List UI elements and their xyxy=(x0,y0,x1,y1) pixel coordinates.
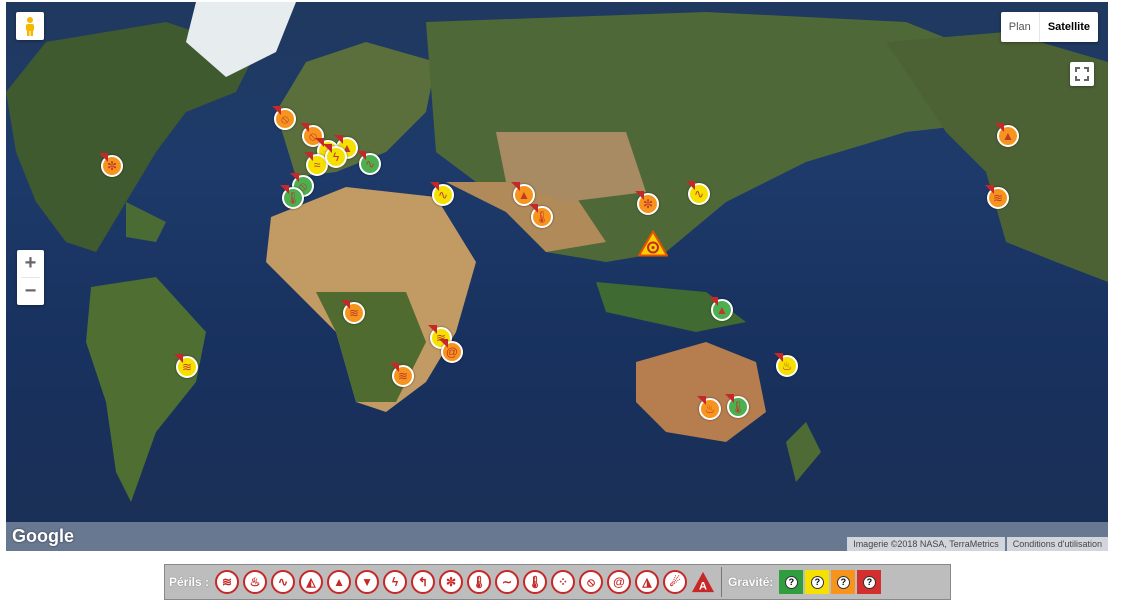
map-type-control: Plan Satellite xyxy=(1000,12,1098,42)
lightning-icon[interactable]: ϟ xyxy=(383,570,408,594)
zoom-in-button[interactable]: + xyxy=(17,250,44,277)
volcano-icon[interactable]: ▲ xyxy=(327,570,352,594)
flood-icon: ≋ xyxy=(181,360,193,374)
world-map[interactable]: Plan Satellite + − ✼⦸⦸▲⚡≈ϟ∿⦸🌡∿▲🌡✼∿≋≋@≋≋▲… xyxy=(6,2,1108,551)
marker-madagascar-1[interactable]: @ xyxy=(441,341,463,363)
severity-orange[interactable]: ? xyxy=(831,570,856,594)
perils-list: ≋ ♨ ∿ ◭ ▲ ▼ ϟ ↰ ✼ 🌡 ∼ 🌡 ⁘ ⦸ @ ◮ ☄ xyxy=(213,570,689,594)
legend-divider xyxy=(721,567,723,597)
earthquake-icon: ∿ xyxy=(364,157,376,171)
map-attribution: Imagerie ©2018 NASA, TerraMetrics Condit… xyxy=(847,537,1108,551)
heat-icon: 🌡 xyxy=(534,210,550,224)
severity-green[interactable]: ? xyxy=(779,570,804,594)
heat-icon[interactable]: 🌡 xyxy=(467,570,492,594)
mountain-icon[interactable]: ◮ xyxy=(635,570,660,594)
marker-uk[interactable]: ⦸ xyxy=(274,108,296,130)
cyclone-icon: @ xyxy=(445,345,459,359)
volcano-icon: ▲ xyxy=(716,303,728,317)
google-logo: Google xyxy=(12,526,74,546)
landslide-icon: ▲ xyxy=(1002,129,1014,143)
legend-bar: Périls : ≋ ♨ ∿ ◭ ▲ ▼ ϟ ↰ ✼ 🌡 ∼ 🌡 ⁘ ⦸ @ ◮ ☄ A Gravité: ??… xyxy=(164,564,951,600)
flood-icon: ≋ xyxy=(992,191,1004,205)
map-type-satellite[interactable]: Satellite xyxy=(1038,12,1098,42)
marker-australia-1[interactable]: ♨ xyxy=(699,398,721,420)
heat-icon: 🌡 xyxy=(730,400,746,414)
severity-question-icon: ? xyxy=(836,575,850,589)
fire-icon: ♨ xyxy=(781,359,793,373)
marker-east-china[interactable]: ✼ xyxy=(637,193,659,215)
wind-icon[interactable]: ↰ xyxy=(411,570,436,594)
severity-question-icon: ? xyxy=(810,575,824,589)
fullscreen-icon xyxy=(1075,67,1089,81)
marker-iberia-2[interactable]: 🌡 xyxy=(282,187,304,209)
marker-himalaya[interactable]: 🌡 xyxy=(531,206,553,228)
marker-us-west[interactable]: ≋ xyxy=(987,187,1009,209)
earthquake-icon[interactable]: ∿ xyxy=(271,570,296,594)
flood-icon[interactable]: ≋ xyxy=(215,570,240,594)
marker-brazil[interactable]: ≋ xyxy=(176,356,198,378)
marker-australia-2[interactable]: 🌡 xyxy=(727,396,749,418)
rain-icon: ⦸ xyxy=(281,112,289,126)
earthquake-icon: ∿ xyxy=(437,188,449,202)
snowflake-icon: ✼ xyxy=(106,159,118,173)
marker-mozambique[interactable]: ≋ xyxy=(392,365,414,387)
hail-icon[interactable]: ⁘ xyxy=(551,570,576,594)
marker-north-america-east[interactable]: ✼ xyxy=(101,155,123,177)
snowflake-icon[interactable]: ✼ xyxy=(439,570,464,594)
marker-west-africa[interactable]: ≋ xyxy=(343,302,365,324)
street-view-pegman[interactable] xyxy=(16,12,44,40)
flood-icon: ≋ xyxy=(348,306,360,320)
marker-vanuatu[interactable]: ♨ xyxy=(776,355,798,377)
terms-link[interactable]: Conditions d'utilisation xyxy=(1006,537,1108,551)
tornado-icon[interactable]: ▼ xyxy=(355,570,380,594)
marker-japan[interactable]: ∿ xyxy=(688,183,710,205)
wind-icon: ≈ xyxy=(313,158,321,172)
earthquake-icon: ∿ xyxy=(693,187,705,201)
cyclone-icon[interactable]: @ xyxy=(607,570,632,594)
snowflake-icon: ✼ xyxy=(642,197,654,211)
severity-question-icon: ? xyxy=(862,575,876,589)
cold-icon[interactable]: 🌡 xyxy=(523,570,548,594)
storm-icon: ϟ xyxy=(332,150,340,164)
cyclone-warning-icon xyxy=(637,229,669,257)
severity-question-icon: ? xyxy=(784,575,798,589)
heat-icon: 🌡 xyxy=(285,191,301,205)
zoom-out-button[interactable]: − xyxy=(17,278,44,305)
imagery-credit: Imagerie ©2018 NASA, TerraMetrics xyxy=(847,537,1005,551)
map-type-plan[interactable]: Plan xyxy=(1001,12,1039,42)
cyclone-alert-marker[interactable] xyxy=(637,229,669,262)
severity-label: Gravité: xyxy=(728,575,774,589)
landslide-icon[interactable]: ◭ xyxy=(299,570,324,594)
perils-label: Périls : xyxy=(169,575,210,589)
landslide-icon: ▲ xyxy=(518,188,530,202)
rain-icon[interactable]: ⦸ xyxy=(579,570,604,594)
marker-italy[interactable]: ϟ xyxy=(325,146,347,168)
marker-alaska[interactable]: ▲ xyxy=(997,125,1019,147)
fire-icon: ♨ xyxy=(704,402,716,416)
marker-caucasus[interactable]: ∿ xyxy=(432,184,454,206)
marker-balkans[interactable]: ∿ xyxy=(359,153,381,175)
zoom-control: + − xyxy=(17,250,44,305)
flood-icon: ≋ xyxy=(397,369,409,383)
severity-red[interactable]: ? xyxy=(857,570,882,594)
marker-new-guinea[interactable]: ▲ xyxy=(711,299,733,321)
severity-list: ???? xyxy=(777,570,882,594)
map-land xyxy=(6,2,1108,551)
pegman-icon xyxy=(26,17,34,36)
fire-icon[interactable]: ♨ xyxy=(243,570,268,594)
fullscreen-button[interactable] xyxy=(1070,62,1094,86)
alert-triangle-icon[interactable]: A xyxy=(691,570,715,594)
marker-central-asia[interactable]: ▲ xyxy=(513,184,535,206)
alert-triangle-glyph: A xyxy=(699,580,707,592)
meteor-icon[interactable]: ☄ xyxy=(663,570,688,594)
severity-yellow[interactable]: ? xyxy=(805,570,830,594)
wave-icon[interactable]: ∼ xyxy=(495,570,520,594)
